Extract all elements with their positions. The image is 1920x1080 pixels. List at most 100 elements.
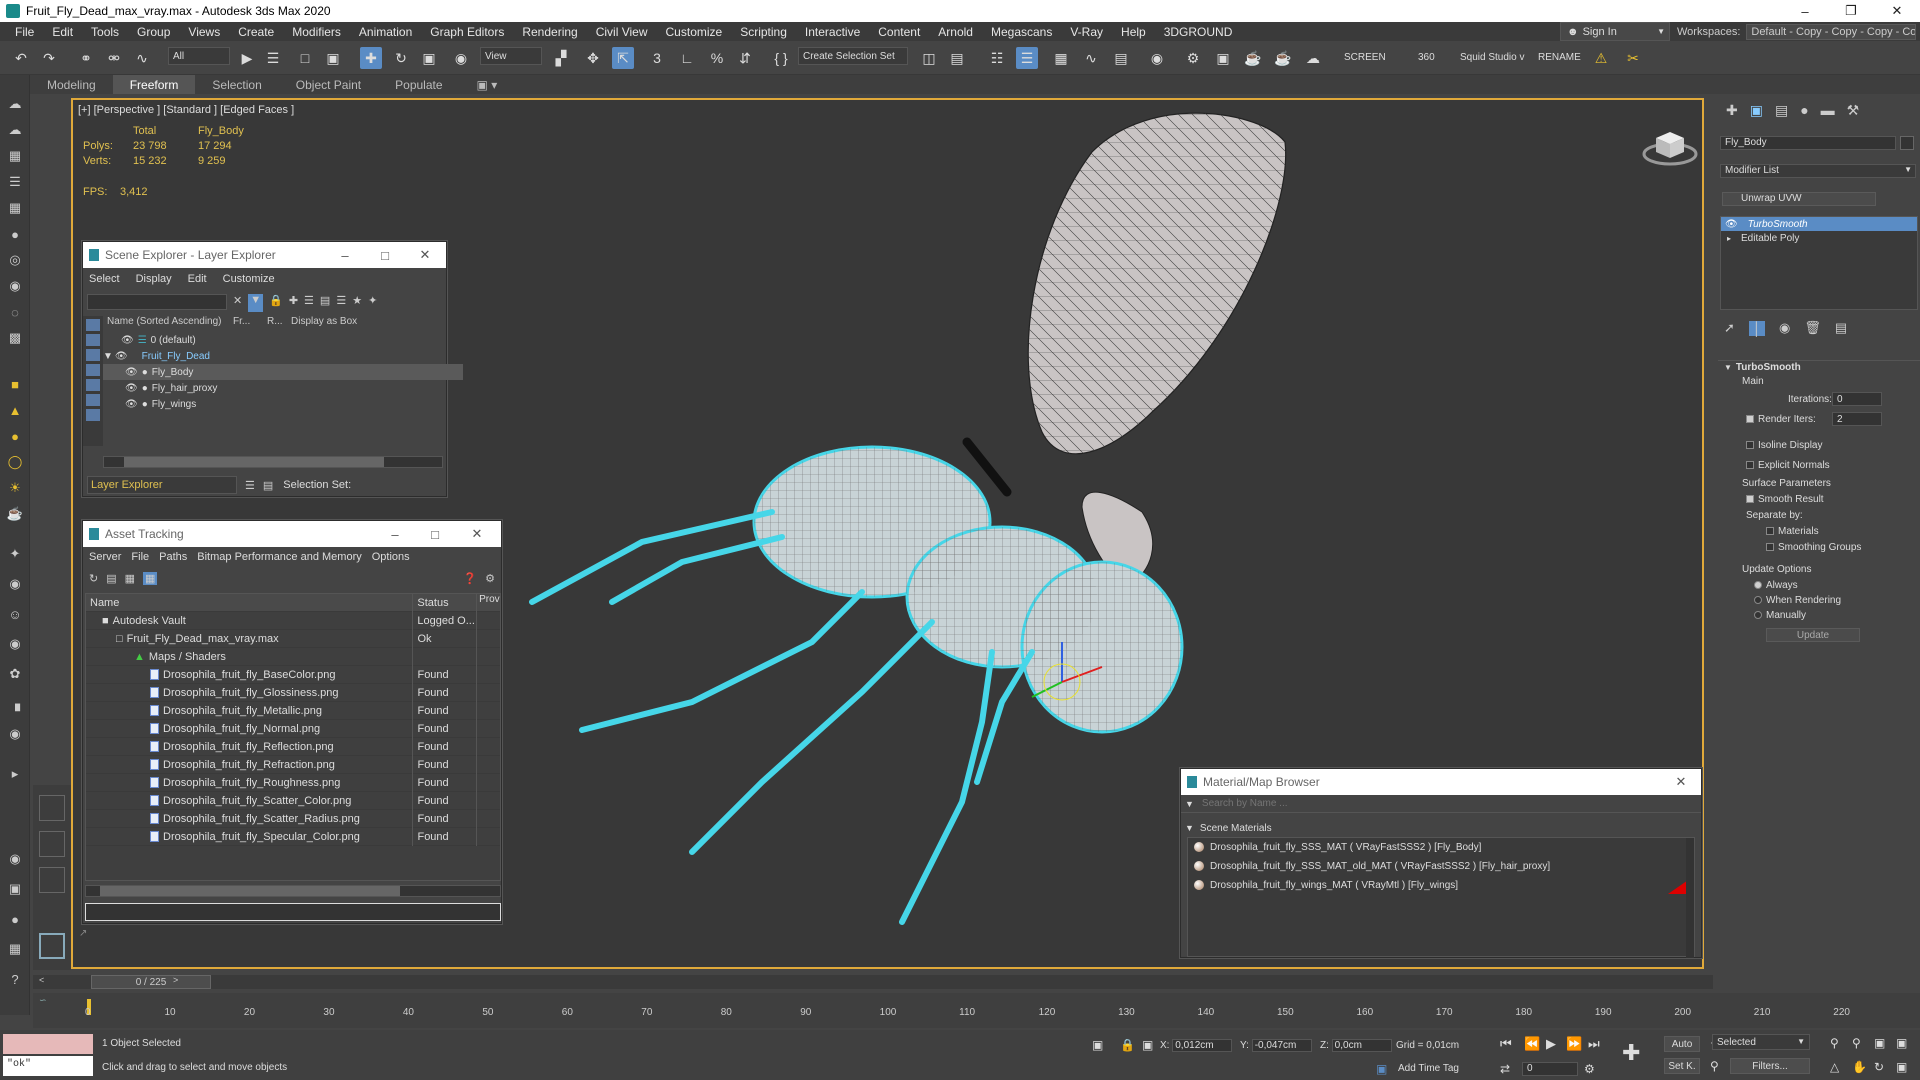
dynamics-icon[interactable]: ◉ [5,575,25,593]
redo-icon[interactable]: ↷ [38,47,60,69]
zoom-icon[interactable]: ⚲ [1830,1036,1839,1050]
stack-item-turbosmooth[interactable]: 👁 TurboSmooth [1721,217,1917,231]
material-list-scrollbar[interactable] [1686,838,1694,958]
systems-icon[interactable]: ▩ [5,329,25,347]
at-col-status[interactable]: Status [412,594,476,612]
always-radio[interactable]: Always [1754,580,1798,591]
mirror-icon[interactable]: ◫ [918,47,940,69]
selection-lock-icon[interactable]: 🔒 [1120,1038,1135,1052]
menu-modifiers[interactable]: Modifiers [283,25,350,39]
menu-create[interactable]: Create [229,25,283,39]
cone-icon[interactable]: ▲ [5,401,25,419]
asset-tracking-maximize[interactable]: □ [415,521,455,547]
menu-tools[interactable]: Tools [82,25,128,39]
menu-animation[interactable]: Animation [350,25,421,39]
update-button[interactable]: Update [1766,628,1860,642]
unwrap-uvw-button[interactable]: Unwrap UVW [1722,192,1876,206]
sort-icon[interactable]: ☰ [336,294,346,312]
at-path-field[interactable] [85,903,501,921]
objects-icon[interactable]: ▣ [5,880,25,898]
asset-row[interactable]: Drosophila_fruit_fly_Specular_Color.png F… [86,827,500,846]
se-horizontal-scrollbar[interactable] [103,456,443,468]
rect-selection-icon[interactable]: □ [294,47,316,69]
display-helpers-icon[interactable] [86,394,100,406]
display-spacewarps-icon[interactable] [86,409,100,421]
rendered-frame-window-icon[interactable]: ▣ [1212,47,1234,69]
pipe-icon[interactable]: ▗ [5,695,25,713]
menu-arnold[interactable]: Arnold [929,25,982,39]
scene-explorer-maximize[interactable]: □ [365,242,405,268]
remove-modifier-icon[interactable]: 🗑 [1804,320,1821,336]
utilities-tab-icon[interactable]: ⚒ [1847,102,1860,119]
menu-customize[interactable]: Customize [657,25,732,39]
time-slider-thumb[interactable]: 0 / 225 [91,975,211,989]
bulb-icon[interactable]: ● [5,225,25,243]
display-geometry-icon[interactable] [86,334,100,346]
scene-explorer-titlebar[interactable]: Scene Explorer - Layer Explorer – □ ✕ [83,242,446,268]
se-col-name[interactable]: Name (Sorted Ascending) [103,316,233,330]
layout-grid-icon[interactable] [39,795,65,821]
asset-row[interactable]: Drosophila_fruit_fly_Glossiness.png Found [86,683,500,702]
pivot-center-icon[interactable]: ▞ [550,47,572,69]
next-frame-icon[interactable]: > [173,975,178,985]
table-view-icon[interactable]: ▦ [125,572,135,585]
keyboard-shortcut-icon[interactable]: ⇱ [612,47,634,69]
asset-row[interactable]: Drosophila_fruit_fly_Reflection.png Found [86,737,500,756]
turbosmooth-rollout-title[interactable]: ▼ TurboSmooth [1724,362,1801,373]
edit-named-selection-icon[interactable]: { } [770,47,792,69]
select-by-name-icon[interactable]: ☰ [262,47,284,69]
layout-single-icon[interactable] [39,933,65,959]
se-search-input[interactable] [87,294,227,310]
scene-materials-header[interactable]: ▼ Scene Materials [1181,819,1701,837]
scene-explorer-icon[interactable]: ☷ [986,47,1008,69]
help-icon[interactable]: ? [5,970,25,988]
eye-icon[interactable]: 👁 [121,335,134,346]
asset-row[interactable]: Drosophila_fruit_fly_Metallic.png Found [86,701,500,720]
leaf-icon[interactable]: ✿ [5,665,25,683]
current-frame-field[interactable]: 0 [1522,1062,1578,1076]
smoothing-groups-checkbox[interactable]: Smoothing Groups [1766,542,1861,553]
asset-row[interactable]: Drosophila_fruit_fly_Normal.png Found [86,719,500,738]
menu-help[interactable]: Help [1112,25,1155,39]
grid-icon[interactable]: ▦ [5,199,25,217]
spinner-snap-icon[interactable]: ⇵ [734,47,756,69]
material-item[interactable]: Drosophila_fruit_fly_wings_MAT ( VRayMtl… [1188,876,1694,895]
eye-icon[interactable]: 👁 [1725,219,1738,230]
percent-snap-icon[interactable]: % [706,47,728,69]
tab-freeform[interactable]: Freeform [112,75,196,94]
play-icon[interactable]: ▶ [1546,1036,1556,1052]
scale-icon[interactable]: ▣ [418,47,440,69]
menu-graph-editors[interactable]: Graph Editors [421,25,513,39]
display-shapes-icon[interactable] [86,349,100,361]
menu-group[interactable]: Group [128,25,179,39]
render-iters-spinner[interactable]: 2 [1832,412,1882,426]
motion-tab-icon[interactable]: ● [1800,102,1808,118]
time-tag-icon[interactable]: ▣ [1376,1062,1387,1076]
at-col-prov[interactable]: Prov [476,594,500,612]
search-options-icon[interactable]: ▼ [1185,799,1194,809]
material-browser-close[interactable]: ✕ [1661,769,1701,795]
unlink-icon[interactable]: ⚮ [103,47,125,69]
object-color-swatch[interactable] [1900,136,1914,150]
material-editor-icon[interactable]: ◉ [1146,47,1168,69]
asset-row[interactable]: ■ Autodesk Vault Logged O... [86,611,500,630]
at-menu-server[interactable]: Server [89,551,121,563]
field-of-view-icon[interactable]: △ [1830,1060,1839,1074]
y-coord[interactable]: Y: -0,047cm [1240,1039,1312,1052]
select-object-icon[interactable]: ▶ [236,47,258,69]
curve-editor-icon[interactable]: ∿ [1080,47,1102,69]
spacewarps-icon[interactable]: ◌ [5,303,25,321]
scene-explorer-close[interactable]: ✕ [405,242,445,268]
zoom-extents-icon[interactable]: ▣ [1874,1036,1885,1050]
display-tab-icon[interactable]: ▬ [1821,102,1835,118]
selection-set-icon[interactable]: ▤ [263,479,273,492]
create-tab-icon[interactable]: ✚ [1726,102,1738,119]
layer-explorer-icon[interactable]: ☰ [1016,47,1038,69]
squid-studio-button[interactable]: Squid Studio v [1460,52,1525,63]
display-objects-icon[interactable] [86,319,100,331]
filter-icon[interactable]: ▼ [248,294,264,312]
layer-explorer-dropdown[interactable]: Layer Explorer [87,476,237,494]
globe-icon[interactable]: ◉ [5,635,25,653]
teapot-icon[interactable]: ☕ [5,505,25,523]
material-item[interactable]: Drosophila_fruit_fly_SSS_MAT ( VRayFastS… [1188,838,1694,857]
